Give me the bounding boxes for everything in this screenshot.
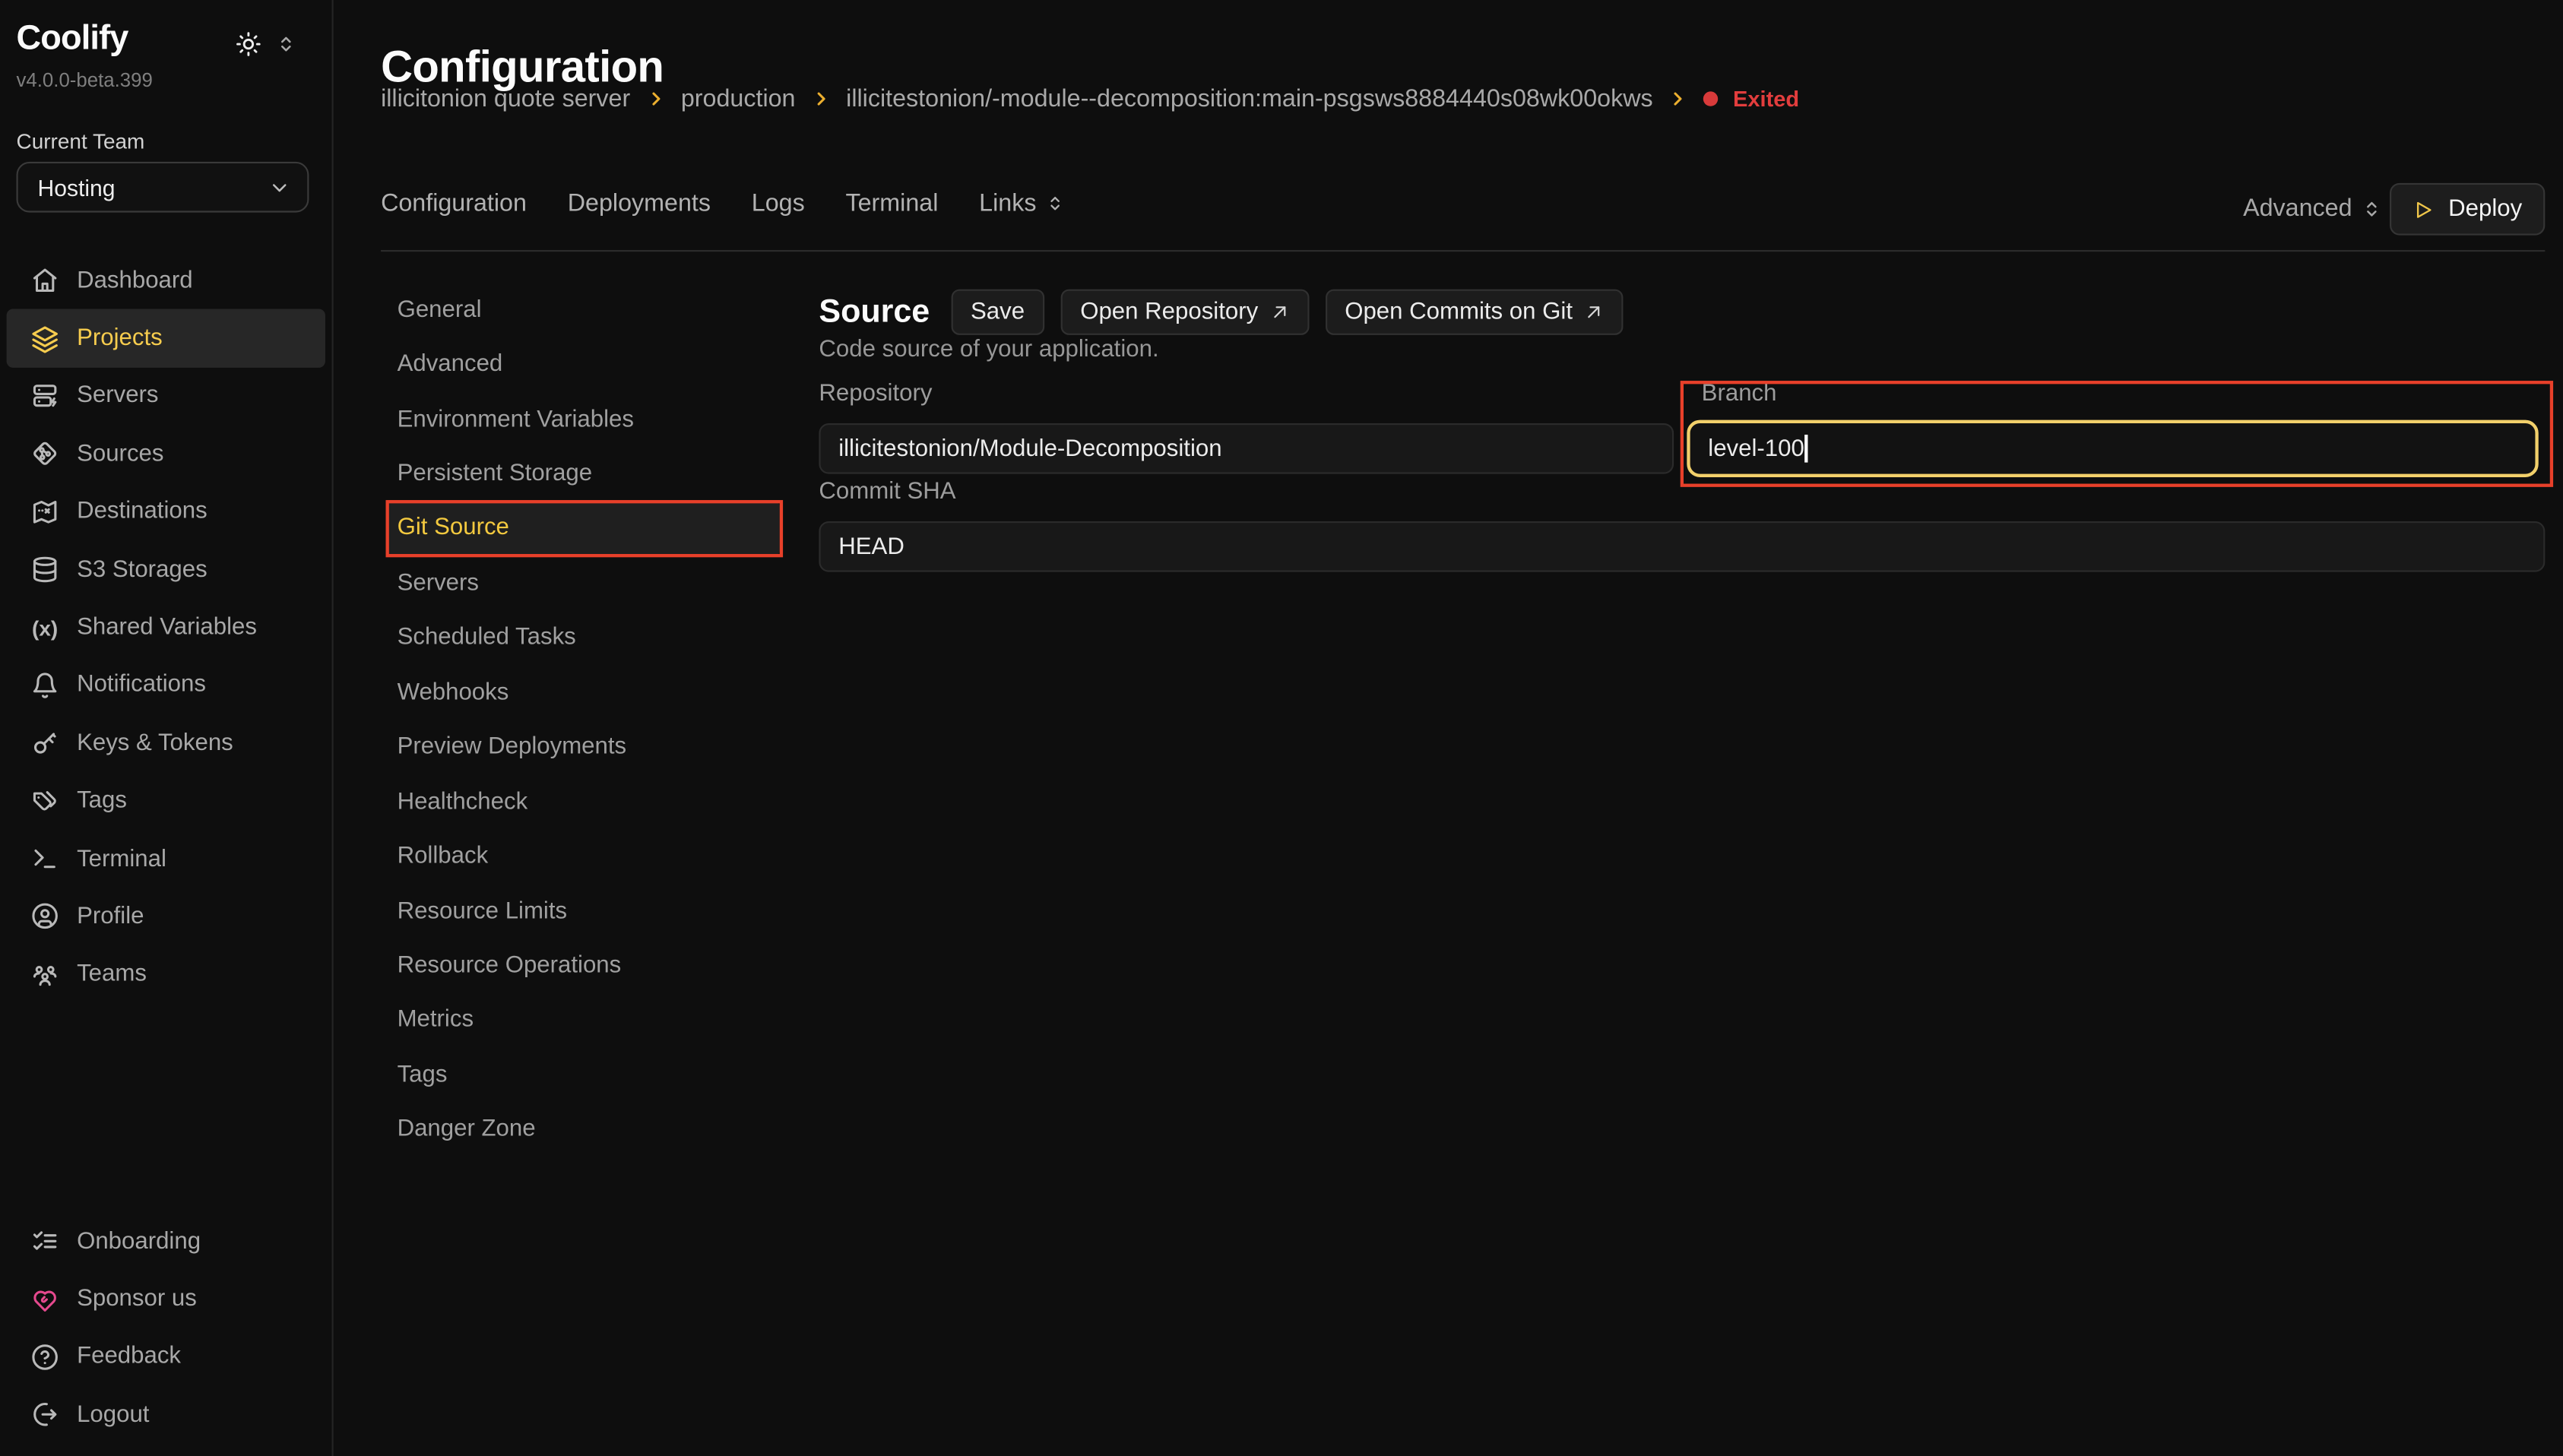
sidebar-item-tags[interactable]: Tags xyxy=(7,772,325,830)
bell-icon xyxy=(31,672,59,700)
chevron-right-icon xyxy=(645,88,667,109)
help-icon xyxy=(31,1344,59,1372)
terminal-icon xyxy=(31,845,59,873)
open-commits-button[interactable]: Open Commits on Git xyxy=(1325,290,1623,335)
external-link-icon xyxy=(1269,302,1289,322)
tags-icon xyxy=(31,787,59,815)
chevron-right-icon xyxy=(1668,88,1689,109)
checklist-icon xyxy=(31,1227,59,1255)
server-icon xyxy=(31,382,59,410)
status-badge: Exited xyxy=(1733,87,1799,111)
sidebar-item-keys-tokens[interactable]: Keys & Tokens xyxy=(7,714,325,772)
chevron-right-icon xyxy=(810,88,832,109)
subnav-item-metrics[interactable]: Metrics xyxy=(388,993,780,1048)
coolify-app: Coolify v4.0.0-beta.399 Current Team Hos… xyxy=(0,0,2563,1456)
sidebar-item-logout[interactable]: Logout xyxy=(7,1386,325,1444)
open-repository-button[interactable]: Open Repository xyxy=(1060,290,1308,335)
breadcrumb-environment[interactable]: production xyxy=(681,85,796,113)
subnav-item-resource-operations[interactable]: Resource Operations xyxy=(388,938,780,993)
sidebar-item-profile[interactable]: Profile xyxy=(7,888,325,945)
subnav-item-servers[interactable]: Servers xyxy=(388,556,780,611)
current-team-label: Current Team xyxy=(17,129,145,154)
sidebar-footer-nav: Onboarding Sponsor us Feedback Logout xyxy=(0,1213,332,1444)
subnav-item-advanced[interactable]: Advanced xyxy=(388,337,780,392)
variable-icon: (x) xyxy=(31,616,59,640)
status-dot xyxy=(1703,91,1718,106)
sidebar-nav: Dashboard Projects Servers Sources Desti… xyxy=(0,252,332,1003)
configuration-subnav: General Advanced Environment Variables P… xyxy=(381,283,784,1157)
app-logo[interactable]: Coolify xyxy=(17,20,128,59)
sidebar: Coolify v4.0.0-beta.399 Current Team Hos… xyxy=(0,0,334,1456)
subnav-item-general[interactable]: General xyxy=(388,283,780,337)
subnav-item-webhooks[interactable]: Webhooks xyxy=(388,665,780,720)
sidebar-item-teams[interactable]: Teams xyxy=(7,945,325,1003)
sidebar-item-sources[interactable]: Sources xyxy=(7,425,325,483)
subnav-item-healthcheck[interactable]: Healthcheck xyxy=(388,774,780,829)
team-select-value: Hosting xyxy=(37,174,115,200)
breadcrumb: illicitonion quote server production ill… xyxy=(381,85,1799,113)
subnav-item-environment-variables[interactable]: Environment Variables xyxy=(388,392,780,447)
subnav-item-danger-zone[interactable]: Danger Zone xyxy=(388,1103,780,1157)
sidebar-item-projects[interactable]: Projects xyxy=(7,309,325,367)
database-icon xyxy=(31,555,59,584)
subnav-item-scheduled-tasks[interactable]: Scheduled Tasks xyxy=(388,610,780,665)
layers-icon xyxy=(31,324,59,353)
subnav-item-git-source[interactable]: Git Source xyxy=(388,502,780,556)
branch-label: Branch xyxy=(1702,381,1777,407)
chevrons-up-down-icon xyxy=(2360,197,2383,220)
repository-input[interactable] xyxy=(819,423,1674,474)
user-icon xyxy=(31,903,59,931)
chevrons-up-down-icon xyxy=(1044,193,1066,214)
git-source-icon xyxy=(31,440,59,468)
play-icon xyxy=(2413,198,2434,220)
tab-bar: Configuration Deployments Logs Terminal … xyxy=(381,189,1066,217)
tab-links[interactable]: Links xyxy=(979,189,1066,217)
app-version: v4.0.0-beta.399 xyxy=(17,68,153,91)
sidebar-item-terminal[interactable]: Terminal xyxy=(7,830,325,888)
divider xyxy=(381,250,2545,252)
subnav-item-persistent-storage[interactable]: Persistent Storage xyxy=(388,447,780,502)
source-header: Source Save Open Repository Open Commits… xyxy=(819,290,1623,335)
sidebar-item-feedback[interactable]: Feedback xyxy=(7,1328,325,1386)
branch-input[interactable] xyxy=(1687,420,2538,477)
breadcrumb-project[interactable]: illicitonion quote server xyxy=(381,85,630,113)
commit-sha-label: Commit SHA xyxy=(819,479,955,505)
theme-toggle-sun-icon[interactable] xyxy=(236,31,261,57)
sidebar-item-shared-variables[interactable]: (x) Shared Variables xyxy=(7,599,325,657)
save-button[interactable]: Save xyxy=(951,290,1044,335)
tab-deployments[interactable]: Deployments xyxy=(568,189,711,217)
external-link-icon xyxy=(1584,302,1604,322)
subnav-item-preview-deployments[interactable]: Preview Deployments xyxy=(388,720,780,774)
chevron-down-icon xyxy=(268,176,291,198)
team-select[interactable]: Hosting xyxy=(17,162,309,213)
key-icon xyxy=(31,730,59,758)
sidebar-item-dashboard[interactable]: Dashboard xyxy=(7,252,325,309)
tab-terminal[interactable]: Terminal xyxy=(845,189,938,217)
tab-logs[interactable]: Logs xyxy=(752,189,805,217)
sidebar-item-onboarding[interactable]: Onboarding xyxy=(7,1213,325,1271)
sidebar-item-servers[interactable]: Servers xyxy=(7,367,325,425)
users-icon xyxy=(31,961,59,989)
subnav-item-resource-limits[interactable]: Resource Limits xyxy=(388,884,780,938)
sidebar-item-s3-storages[interactable]: S3 Storages xyxy=(7,541,325,599)
text-cursor xyxy=(1804,435,1807,463)
tab-configuration[interactable]: Configuration xyxy=(381,189,527,217)
source-title: Source xyxy=(819,293,930,331)
commit-sha-input[interactable] xyxy=(819,521,2545,572)
chevrons-up-down-icon[interactable] xyxy=(274,33,297,55)
home-icon xyxy=(31,267,59,295)
repository-label: Repository xyxy=(819,381,932,407)
sidebar-item-destinations[interactable]: Destinations xyxy=(7,483,325,541)
source-description: Code source of your application. xyxy=(819,337,1158,362)
sidebar-item-notifications[interactable]: Notifications xyxy=(7,657,325,714)
subnav-item-tags[interactable]: Tags xyxy=(388,1048,780,1103)
advanced-dropdown[interactable]: Advanced xyxy=(2243,195,2383,223)
breadcrumb-application[interactable]: illicitestonion/-module--decomposition:m… xyxy=(846,85,1652,113)
map-icon xyxy=(31,498,59,526)
sidebar-item-sponsor-us[interactable]: Sponsor us xyxy=(7,1271,325,1328)
subnav-item-rollback[interactable]: Rollback xyxy=(388,829,780,884)
deploy-button[interactable]: Deploy xyxy=(2390,183,2546,236)
heart-icon xyxy=(31,1286,59,1314)
logout-icon xyxy=(31,1401,59,1429)
